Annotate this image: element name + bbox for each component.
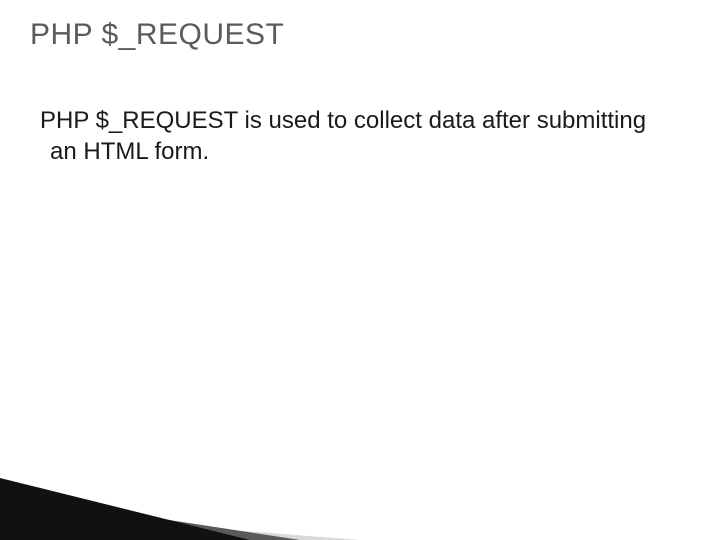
slide-body: PHP $_REQUEST is used to collect data af…	[40, 105, 660, 167]
corner-decoration	[0, 450, 720, 540]
slide: PHP $_REQUEST PHP $_REQUEST is used to c…	[0, 0, 720, 540]
slide-title: PHP $_REQUEST	[30, 18, 284, 52]
